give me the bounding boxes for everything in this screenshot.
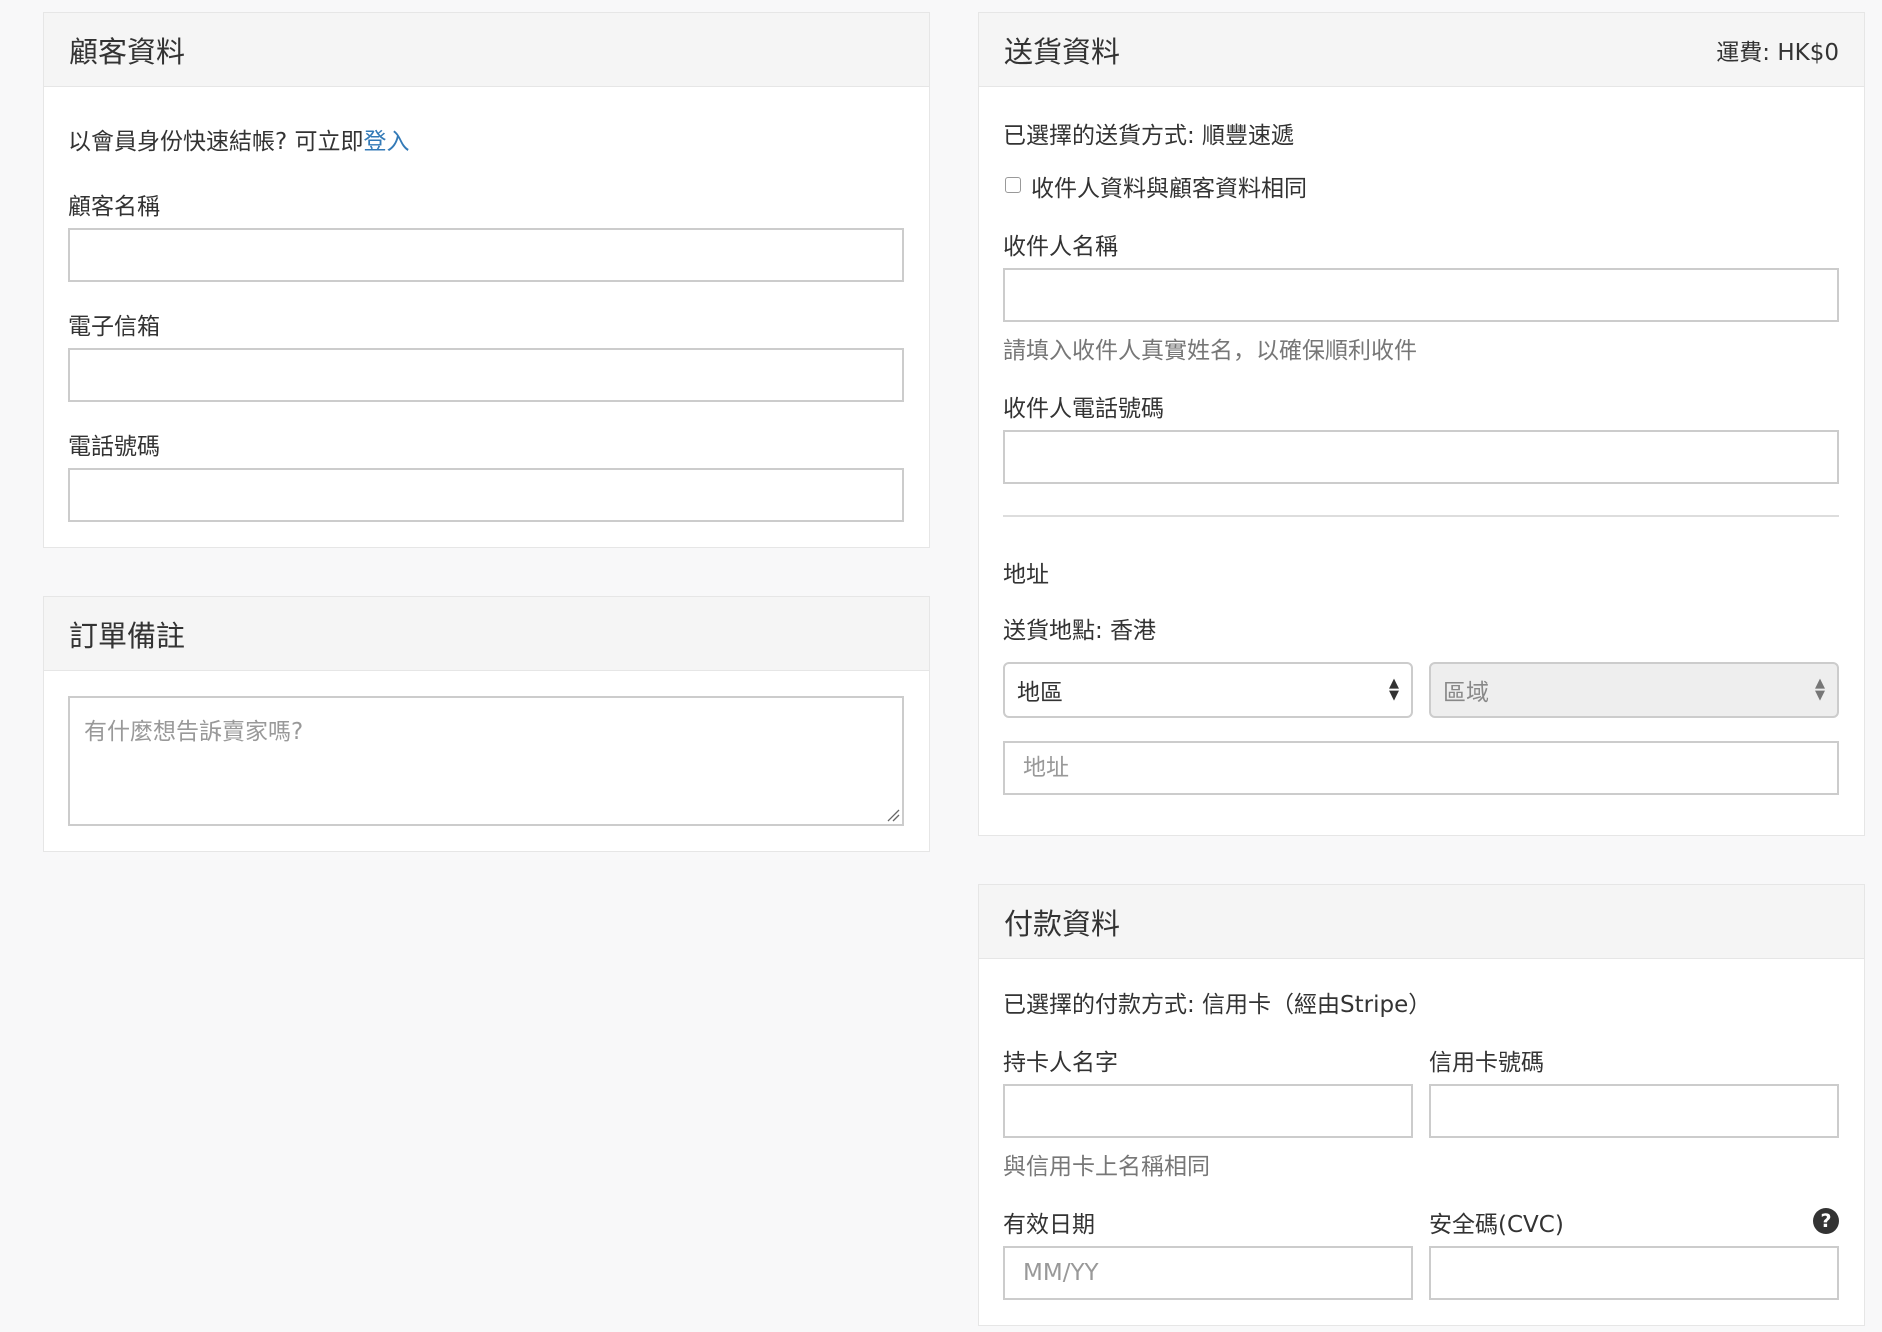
login-link[interactable]: 登入 (364, 129, 410, 155)
section-divider (1003, 515, 1839, 517)
region-select[interactable]: 地區 ▲ ▼ (1003, 662, 1413, 718)
customer-email-input[interactable] (68, 348, 904, 402)
payment-info-header: 付款資料 (979, 885, 1864, 959)
member-login-prompt: 以會員身份快速結帳? 可立即登入 (68, 122, 410, 156)
delivery-method-text: 已選擇的送貨方式: 順豐速遞 (1003, 123, 1295, 149)
delivery-info-title: 送貨資料 (1004, 34, 1121, 69)
recipient-name-help: 請填入收件人真實姓名，以確保順利收件 (1003, 338, 1417, 364)
payment-info-panel: 付款資料 已選擇的付款方式: 信用卡（經由Stripe） 持卡人名字 信用卡號碼… (978, 884, 1865, 1326)
delivery-info-panel: 送貨資料 運費: HK$0 已選擇的送貨方式: 順豐速遞 收件人資料與顧客資料相… (978, 12, 1865, 836)
customer-email-label: 電子信箱 (68, 314, 160, 340)
cardholder-name-help: 與信用卡上名稱相同 (1003, 1154, 1210, 1180)
resize-grip-icon[interactable] (886, 808, 900, 822)
order-note-panel: 訂單備註 (43, 596, 930, 852)
payment-method-text: 已選擇的付款方式: 信用卡（經由Stripe） (1003, 992, 1432, 1018)
card-number-label: 信用卡號碼 (1429, 1050, 1544, 1076)
address-heading: 地址 (1003, 562, 1049, 588)
payment-info-title: 付款資料 (1004, 906, 1121, 941)
card-number-input[interactable] (1429, 1084, 1839, 1138)
customer-phone-label: 電話號碼 (68, 434, 160, 460)
customer-name-input[interactable] (68, 228, 904, 282)
customer-info-title: 顧客資料 (69, 34, 186, 69)
question-circle-icon[interactable]: ? (1813, 1208, 1839, 1234)
same-as-customer-label[interactable]: 收件人資料與顧客資料相同 (1031, 169, 1307, 203)
delivery-location-text: 送貨地點: 香港 (1003, 618, 1157, 644)
delivery-info-header: 送貨資料 運費: HK$0 (979, 13, 1864, 87)
district-select[interactable]: 區域 ▲ ▼ (1429, 662, 1839, 718)
select-arrows-icon: ▲ ▼ (1815, 676, 1825, 703)
customer-name-label: 顧客名稱 (68, 194, 160, 220)
customer-info-header: 顧客資料 (44, 13, 929, 87)
district-select-value: 區域 (1443, 680, 1489, 706)
order-note-header: 訂單備註 (44, 597, 929, 671)
same-as-customer-checkbox[interactable] (1005, 177, 1021, 193)
select-arrows-icon: ▲ ▼ (1389, 676, 1399, 703)
order-note-title: 訂單備註 (69, 618, 186, 653)
cardholder-name-label: 持卡人名字 (1003, 1050, 1118, 1076)
recipient-name-label: 收件人名稱 (1003, 234, 1118, 260)
region-select-value: 地區 (1017, 680, 1063, 706)
order-note-textarea[interactable] (68, 696, 904, 826)
recipient-phone-input[interactable] (1003, 430, 1839, 484)
customer-phone-input[interactable] (68, 468, 904, 522)
cardholder-name-input[interactable] (1003, 1084, 1413, 1138)
address-input[interactable] (1003, 741, 1839, 795)
expiry-date-label: 有效日期 (1003, 1212, 1095, 1238)
expiry-date-input[interactable] (1003, 1246, 1413, 1300)
customer-info-panel: 顧客資料 以會員身份快速結帳? 可立即登入 顧客名稱 電子信箱 電話號碼 (43, 12, 930, 548)
recipient-name-input[interactable] (1003, 268, 1839, 322)
recipient-phone-label: 收件人電話號碼 (1003, 396, 1164, 422)
cvc-input[interactable] (1429, 1246, 1839, 1300)
cvc-label: 安全碼(CVC) (1429, 1212, 1564, 1238)
shipping-fee: 運費: HK$0 (1716, 39, 1839, 66)
login-prompt-text: 以會員身份快速結帳? 可立即 (68, 129, 364, 155)
